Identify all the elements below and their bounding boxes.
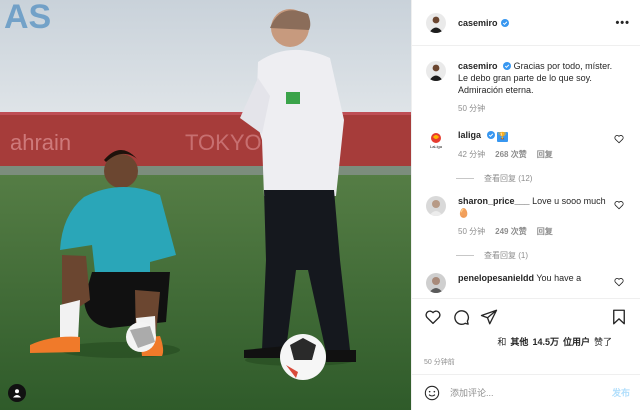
training-photo: AS ahrain TOKYO xyxy=(0,0,411,410)
list-item: sharon_price___ Love u sooo much 🥚 50 分钟… xyxy=(426,195,630,238)
svg-text:ahrain: ahrain xyxy=(10,130,71,155)
list-item: penelopesanieldd You have a xyxy=(426,272,630,293)
svg-text:TOKYO: TOKYO xyxy=(185,130,262,155)
svg-text:AS: AS xyxy=(4,0,51,36)
avatar[interactable] xyxy=(426,61,446,81)
comment-likes[interactable]: 249 次赞 xyxy=(495,226,527,238)
post-header: casemiro ••• xyxy=(412,0,640,46)
caption-username[interactable]: casemiro xyxy=(458,61,498,71)
user-tag-icon[interactable] xyxy=(8,384,26,402)
view-replies-label: 查看回复 (1) xyxy=(484,251,528,260)
avatar[interactable] xyxy=(426,12,446,33)
instagram-post: AS ahrain TOKYO casemiro ••• casemiro Gr… xyxy=(0,0,640,410)
comment-time[interactable]: 42 分钟 xyxy=(458,149,485,161)
list-item: LaLiga laliga 🏆 42 分钟 268 次赞 回复 xyxy=(426,129,630,161)
avatar[interactable] xyxy=(426,273,446,293)
likes-prefix: 和 xyxy=(497,337,507,347)
post-author-username[interactable]: casemiro xyxy=(458,18,498,28)
comments-list[interactable]: casemiro Gracias por todo, míster. Le de… xyxy=(412,46,640,298)
comment-username[interactable]: laliga xyxy=(458,130,481,140)
heart-icon[interactable] xyxy=(424,308,442,326)
likes-users: 位用户 xyxy=(562,337,590,347)
likes-others: 其他 xyxy=(510,337,529,347)
svg-text:LaLiga: LaLiga xyxy=(430,144,443,149)
verified-icon xyxy=(486,131,495,139)
reply-button[interactable]: 回复 xyxy=(537,226,553,238)
post-time[interactable]: 50 分钟前 xyxy=(424,357,628,367)
share-icon[interactable] xyxy=(480,308,498,326)
likes-count: 14.5万 xyxy=(532,337,559,347)
comment-username[interactable]: sharon_price___ xyxy=(458,196,530,206)
view-replies-label: 查看回复 (12) xyxy=(484,174,533,183)
comment-icon[interactable] xyxy=(452,308,470,326)
heart-icon[interactable] xyxy=(614,134,624,144)
avatar[interactable] xyxy=(426,196,446,216)
post-photo[interactable]: AS ahrain TOKYO xyxy=(0,0,411,410)
verified-icon xyxy=(503,62,512,70)
view-replies-button[interactable]: 查看回复 (12) xyxy=(456,173,630,184)
add-comment-bar: 添加评论... 发布 xyxy=(412,374,640,410)
comment-input[interactable]: 添加评论... xyxy=(450,386,494,399)
avatar[interactable]: LaLiga xyxy=(426,130,446,150)
trophy-emoji: 🏆 xyxy=(497,132,508,142)
heart-icon[interactable] xyxy=(614,200,624,210)
bookmark-icon[interactable] xyxy=(610,308,628,326)
verified-icon xyxy=(500,18,509,27)
post-side-panel: casemiro ••• casemiro Gracias por todo, … xyxy=(411,0,640,410)
likes-suffix: 赞了 xyxy=(593,337,612,347)
post-actions: 和 其他 14.5万 位用户 赞了 50 分钟前 xyxy=(412,298,640,374)
post-comment-button[interactable]: 发布 xyxy=(612,386,630,399)
comment-text: You have a xyxy=(536,273,582,283)
reply-button[interactable]: 回复 xyxy=(537,149,553,161)
comment-username[interactable]: penelopesanieldd xyxy=(458,273,534,283)
caption: casemiro Gracias por todo, míster. Le de… xyxy=(426,60,630,115)
like-summary[interactable]: 和 其他 14.5万 位用户 赞了 xyxy=(424,335,628,348)
more-icon[interactable]: ••• xyxy=(615,17,630,29)
view-replies-button[interactable]: 查看回复 (1) xyxy=(456,250,630,261)
emoji-icon[interactable] xyxy=(424,385,440,401)
comment-time[interactable]: 50 分钟 xyxy=(458,226,485,238)
comment-likes[interactable]: 268 次赞 xyxy=(495,149,527,161)
caption-time[interactable]: 50 分钟 xyxy=(458,103,485,115)
heart-icon[interactable] xyxy=(614,277,624,287)
